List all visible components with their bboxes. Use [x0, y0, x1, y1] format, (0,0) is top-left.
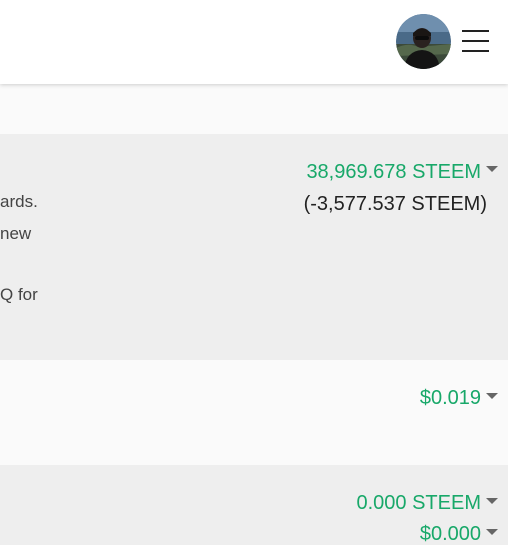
usd-value-row: $0.019	[0, 360, 508, 465]
section-divider	[0, 84, 508, 134]
steem-balance-value[interactable]: 38,969.678 STEEM	[306, 161, 481, 184]
steem-description-line-1: ards.	[0, 192, 38, 211]
savings-row: 0.000 STEEM $0.000	[0, 465, 508, 545]
menu-bar-bottom	[462, 50, 489, 52]
savings-usd-value[interactable]: $0.000	[420, 523, 481, 546]
steem-description-line-3: Q for	[0, 285, 38, 304]
usd-value[interactable]: $0.019	[420, 387, 481, 410]
savings-steem-value[interactable]: 0.000 STEEM	[356, 492, 481, 515]
savings-steem-caret-icon[interactable]	[486, 498, 498, 504]
steem-description-line-2: new	[0, 224, 32, 243]
menu-bar-top	[462, 30, 489, 32]
steem-balance-change: (-3,577.537 STEEM)	[303, 193, 487, 215]
savings-usd-caret-icon[interactable]	[486, 529, 498, 535]
menu-bar-middle	[462, 40, 489, 42]
avatar-photo	[396, 14, 451, 69]
hamburger-menu-icon[interactable]	[462, 29, 490, 53]
steem-dropdown-caret-icon[interactable]	[486, 166, 498, 172]
usd-dropdown-caret-icon[interactable]	[486, 393, 498, 399]
user-avatar[interactable]	[396, 14, 451, 69]
top-header	[0, 0, 508, 84]
steem-balance-row: ards. new Q for 38,969.678 STEEM (-3,577…	[0, 134, 508, 360]
